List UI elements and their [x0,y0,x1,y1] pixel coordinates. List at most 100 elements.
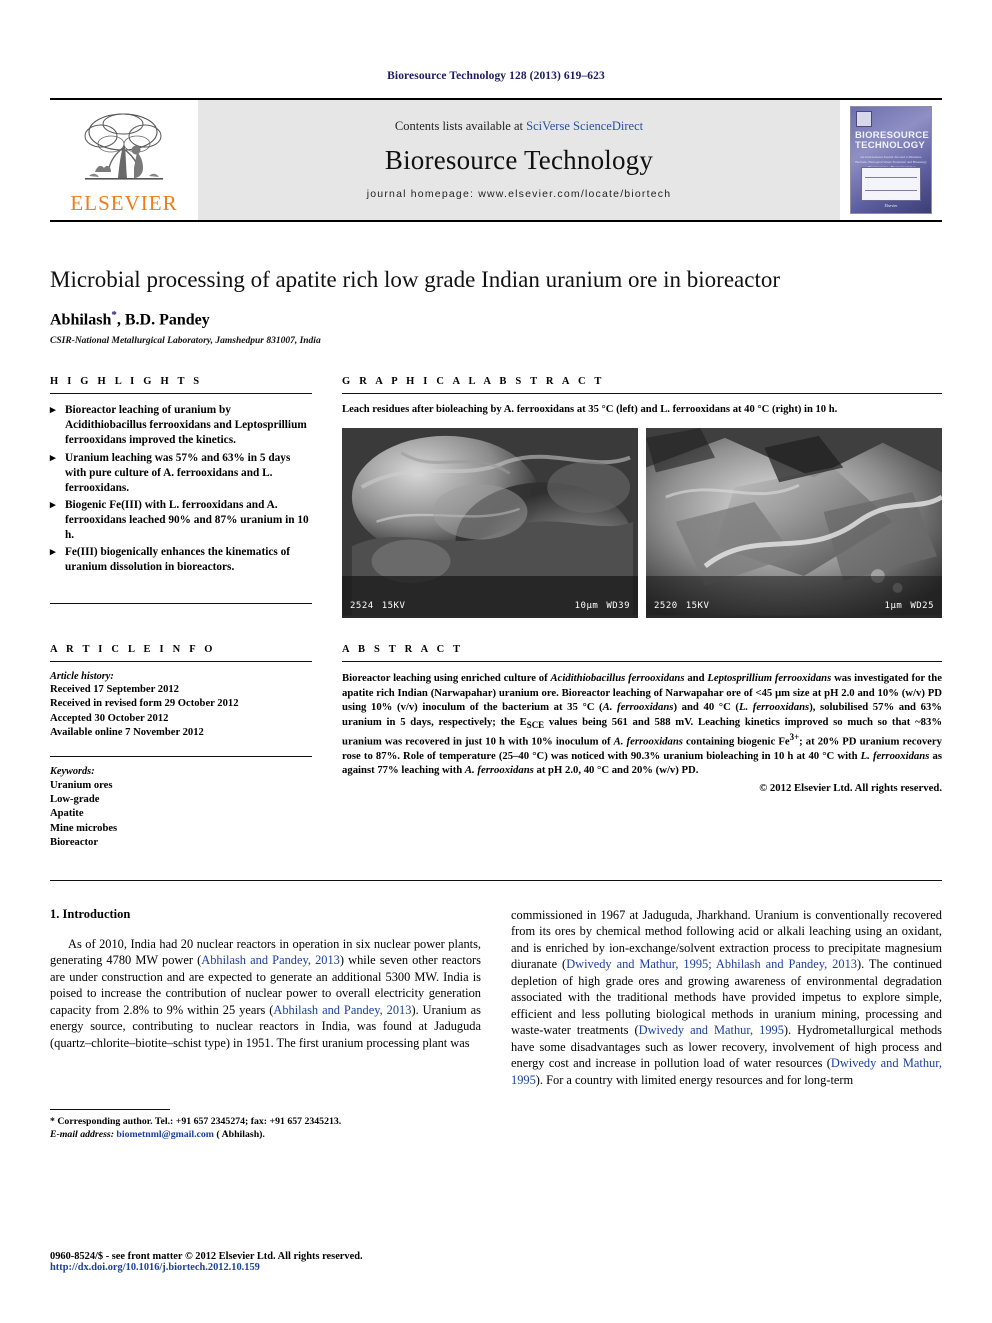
doi-link[interactable]: http://dx.doi.org/10.1016/j.biortech.201… [50,1262,363,1273]
citation-link[interactable]: Dwivedy and Mathur, 1995 [639,1023,784,1037]
journal-homepage-link[interactable]: journal homepage: www.elsevier.com/locat… [367,188,672,200]
keywords-list: Uranium ores Low-grade Apatite Mine micr… [50,779,312,850]
masthead-bottom-rule [50,220,942,222]
citation-link[interactable]: Abhilash and Pandey, 2013 [273,1003,411,1017]
list-item: Uranium leaching was 57% and 63% in 5 da… [50,451,312,496]
cover-publisher-badge-icon [856,111,872,127]
history-online: Available online 7 November 2012 [50,726,204,738]
cover-figure-graphic [861,167,921,201]
journal-name: Bioresource Technology [384,144,654,175]
journal-cover-thumbnail[interactable]: BIORESOURCE TECHNOLOGY An International … [840,100,942,220]
highlights-divider [50,393,312,395]
body-top-rule [50,879,942,881]
list-item: Fe(III) biogenically enhances the kinema… [50,545,312,575]
sem-image-left-graphic [342,428,638,616]
footnote-area: * Corresponding author. Tel.: +91 657 23… [50,1108,481,1141]
sem-left-id-group: 2524 15KV [350,601,405,611]
species-name: L. ferrooxidans [860,749,930,762]
cover-footer: Elsevier [884,203,898,208]
graphical-abstract-heading: G R A P H I C A L A B S T R A C T [342,376,605,388]
sem-micrograph-right[interactable]: 2520 15KV 1μm WD25 [646,428,942,619]
citation-link[interactable]: Dwivedy and Mathur, 1995; Abhilash and P… [566,957,857,971]
list-item: Biogenic Fe(III) with L. ferrooxidans an… [50,498,312,543]
highlights-list: Bioreactor leaching of uranium by Acidit… [50,403,312,574]
body-column-left: 1. Introduction As of 2010, India had 20… [50,907,481,1142]
sem-micrograph-left[interactable]: 2524 15KV 10μm WD39 [342,428,638,619]
footnote-contact: Corresponding author. Tel.: +91 657 2345… [54,1115,342,1127]
article-info-section: A R T I C L E I N F O Article history: R… [50,644,312,850]
sem-left-scale-group: 10μm WD39 [575,601,630,611]
keyword-item: Bioreactor [50,836,99,848]
sem-right-voltage: 15KV [685,601,710,612]
graphical-abstract-section: G R A P H I C A L A B S T R A C T Leach … [342,376,942,619]
sem-left-voltage: 15KV [381,601,406,612]
abstract-heading: A B S T R A C T [342,644,464,656]
sem-right-id: 2520 [654,601,678,612]
fe-superscript: 3+ [789,731,800,742]
elsevier-logo[interactable]: ELSEVIER [50,100,198,220]
page-title: Microbial processing of apatite rich low… [50,267,780,292]
abstract-body: Bioreactor leaching using enriched cultu… [342,671,942,777]
sem-right-scale: 1μm [884,601,903,612]
author-list: Abhilash*, B.D. Pandey [50,309,942,329]
list-item: Bioreactor leaching of uranium by Acidit… [50,403,312,448]
email-suffix: ( Abhilash). [213,1129,265,1141]
graphical-abstract-images: 2524 15KV 10μm WD39 2520 15KV 1μm WD25 [342,428,942,619]
sem-image-right-graphic [646,428,942,616]
keyword-item: Low-grade [50,794,100,806]
highlights-section: H I G H L I G H T S Bioreactor leaching … [50,376,312,618]
elsevier-wordmark: ELSEVIER [70,191,178,215]
cover-title: BIORESOURCE TECHNOLOGY [855,130,930,151]
sem-left-wd: WD39 [606,601,630,612]
cover-artwork: BIORESOURCE TECHNOLOGY An International … [850,106,932,214]
page-footer: 0960-8524/$ - see front matter © 2012 El… [50,1251,363,1273]
abstract-copyright: © 2012 Elsevier Ltd. All rights reserved… [759,781,942,794]
sem-left-scale: 10μm [574,601,599,612]
keyword-item: Mine microbes [50,822,118,834]
species-name: Acidithiobacillus ferrooxidans [550,672,685,685]
history-received: Received 17 September 2012 [50,684,179,696]
email-link[interactable]: biometnml@gmail.com [116,1129,214,1140]
sciencedirect-link[interactable]: SciVerse ScienceDirect [526,119,643,133]
sem-left-scalebar: 10μm [575,601,599,611]
graphical-abstract-caption: Leach residues after bioleaching by A. f… [342,404,838,416]
sem-left-label: 2524 15KV 10μm WD39 [350,601,630,611]
affiliation: CSIR-National Metallurgical Laboratory, … [50,336,321,347]
running-head: Bioresource Technology 128 (2013) 619–62… [387,70,605,82]
email-label: E-mail address: [50,1129,114,1141]
keyword-item: Apatite [50,808,84,820]
citation-link[interactable]: Abhilash and Pandey, 2013 [201,953,340,967]
highlights-graphical-row: H I G H L I G H T S Bioreactor leaching … [50,376,942,619]
section-heading-introduction: 1. Introduction [50,906,131,921]
contents-prefix: Contents lists available at [394,118,527,133]
highlights-heading: H I G H L I G H T S [50,376,203,388]
footnote-rule [50,1108,170,1110]
intro-paragraph-left: As of 2010, India had 20 nuclear reactor… [50,936,481,1052]
abstract-seg: and [684,672,708,685]
graphical-abstract-divider [342,393,942,395]
article-info-heading: A R T I C L E I N F O [50,644,216,656]
abstract-section: A B S T R A C T Bioreactor leaching usin… [342,644,942,850]
species-name: L. ferrooxidans [738,701,810,714]
sem-right-wd: WD25 [910,601,934,612]
author-secondary: , B.D. Pandey [116,311,210,329]
article-info-divider [50,661,312,663]
info-abstract-row: A R T I C L E I N F O Article history: R… [50,644,942,850]
body-column-right: commissioned in 1967 at Jaduguda, Jharkh… [511,907,942,1142]
issn-copyright-line: 0960-8524/$ - see front matter © 2012 El… [50,1251,363,1262]
author-primary: Abhilash [50,311,112,329]
species-name: A. ferrooxidans [464,764,534,777]
keywords-divider [50,755,312,757]
abstract-seg: at pH 2.0, 40 °C and 20% (w/v) PD. [533,764,699,777]
species-name: Leptosprillium ferrooxidans [707,672,832,685]
journal-masthead: ELSEVIER Contents lists available at Sci… [50,98,942,220]
article-history-label: Article history: [50,671,114,683]
abstract-seg: containing biogenic Fe [682,735,790,748]
abstract-divider [342,661,942,663]
title-block: Microbial processing of apatite rich low… [50,266,942,346]
body-columns: 1. Introduction As of 2010, India had 20… [50,907,942,1142]
species-name: A. ferrooxidans [613,735,683,748]
corresponding-author-note: * Corresponding author. Tel.: +91 657 23… [50,1115,481,1128]
sem-left-id: 2524 [350,601,374,612]
intro-paragraph-right: commissioned in 1967 at Jaduguda, Jharkh… [511,907,942,1089]
